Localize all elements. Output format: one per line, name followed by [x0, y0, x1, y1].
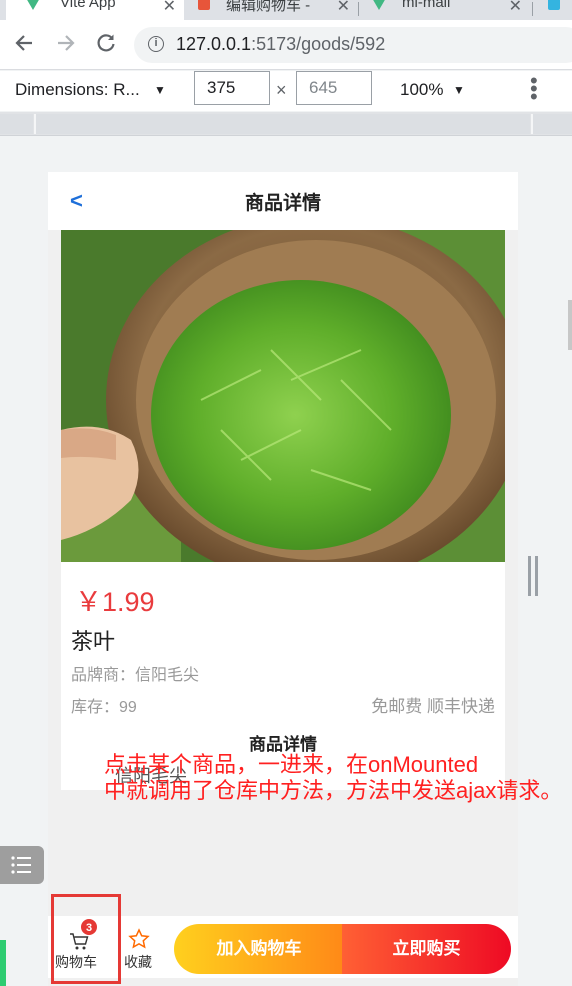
more-options-icon[interactable]: • • •	[530, 70, 538, 108]
tab-separator	[532, 2, 533, 16]
tab-vite-app[interactable]: Vite App ✕	[6, 0, 184, 20]
tab-separator	[358, 2, 359, 16]
star-icon[interactable]	[128, 928, 150, 950]
ruler-segment[interactable]	[34, 114, 530, 134]
product-card: ￥1.99 茶叶 品牌商：信阳毛尖 库存：99 免邮费 顺丰快递 商品详情 信阳…	[61, 230, 505, 790]
device-toolbar: Dimensions: R... ▼ 375 × 645 100% ▼ • • •	[0, 70, 572, 111]
cart-count-badge: 3	[80, 918, 98, 936]
page-title: 商品详情	[244, 193, 321, 214]
product-image	[61, 230, 505, 562]
forward-arrow-icon[interactable]	[54, 32, 78, 56]
back-arrow-icon[interactable]	[12, 32, 36, 56]
nav-header: < 商品详情	[48, 172, 518, 230]
product-name: 茶叶	[71, 629, 116, 654]
page-scrollbar[interactable]	[568, 300, 572, 350]
tab-strip: Vite App ✕ 编辑购物车 - ✕ mi-mall ✕	[0, 0, 572, 54]
zoom-select[interactable]: 100%	[400, 80, 443, 100]
url-path: :5173/goods/592	[251, 34, 386, 54]
device-viewport: < 商品详情 ￥1.99 茶叶 品牌商：信阳毛尖 库存：99 免邮费 顺丰快递 …	[48, 172, 518, 986]
browser-toolbar: i 127.0.0.1:5173/goods/592	[0, 20, 572, 70]
tab-title: 编辑购物车 -	[226, 0, 311, 14]
window-edge	[0, 940, 6, 986]
extension-icon[interactable]	[548, 0, 560, 10]
close-icon[interactable]: ✕	[163, 0, 176, 16]
url-host: 127.0.0.1	[176, 34, 252, 54]
tab-title: Vite App	[60, 0, 116, 11]
reload-icon[interactable]	[94, 32, 118, 56]
url-text: 127.0.0.1:5173/goods/592	[176, 34, 385, 55]
shipping-info: 免邮费 顺丰快递	[371, 697, 495, 716]
caret-down-icon[interactable]: ▼	[154, 83, 166, 97]
annotation-line-2: 中就调用了仓库中方法，方法中发送ajax请求。	[104, 778, 563, 803]
ruler-segment[interactable]	[531, 114, 572, 134]
product-brand: 品牌商：信阳毛尖	[71, 667, 200, 684]
width-input[interactable]: 375	[194, 71, 270, 105]
cart-label[interactable]: 购物车	[55, 952, 97, 972]
close-icon[interactable]: ✕	[509, 0, 522, 16]
annotation-note: 点击某个商品，一进来，在onMounted 中就调用了仓库中方法，方法中发送aj…	[104, 752, 562, 804]
annotation-line-1: 点击某个商品，一进来，在onMounted	[104, 752, 479, 777]
tab-mi-mall[interactable]: mi-mall ✕	[360, 0, 530, 20]
height-input[interactable]: 645	[296, 71, 372, 105]
times-icon: ×	[276, 80, 287, 100]
caret-down-icon[interactable]: ▼	[453, 83, 465, 97]
tab-title: mi-mall	[402, 0, 451, 11]
close-icon[interactable]: ✕	[337, 0, 350, 16]
info-icon[interactable]: i	[148, 36, 164, 52]
list-icon	[11, 856, 31, 874]
red-doc-icon	[198, 0, 210, 10]
dimensions-select[interactable]: Dimensions: R...	[15, 80, 140, 100]
address-bar[interactable]: i 127.0.0.1:5173/goods/592	[134, 27, 572, 63]
vite-icon	[372, 0, 386, 10]
ruler-segment[interactable]	[0, 114, 33, 134]
vite-icon	[26, 0, 40, 10]
favorite-label[interactable]: 收藏	[124, 952, 152, 972]
add-to-cart-button[interactable]: 加入购物车	[174, 924, 344, 974]
media-query-ruler	[0, 112, 572, 136]
product-price: ￥1.99	[75, 587, 155, 617]
buy-now-button[interactable]: 立即购买	[342, 924, 511, 974]
resize-handle[interactable]	[528, 556, 540, 596]
tab-edit-cart[interactable]: 编辑购物车 - ✕	[186, 0, 358, 20]
floating-menu-button[interactable]	[0, 846, 44, 884]
product-stock: 库存：99	[71, 699, 137, 716]
